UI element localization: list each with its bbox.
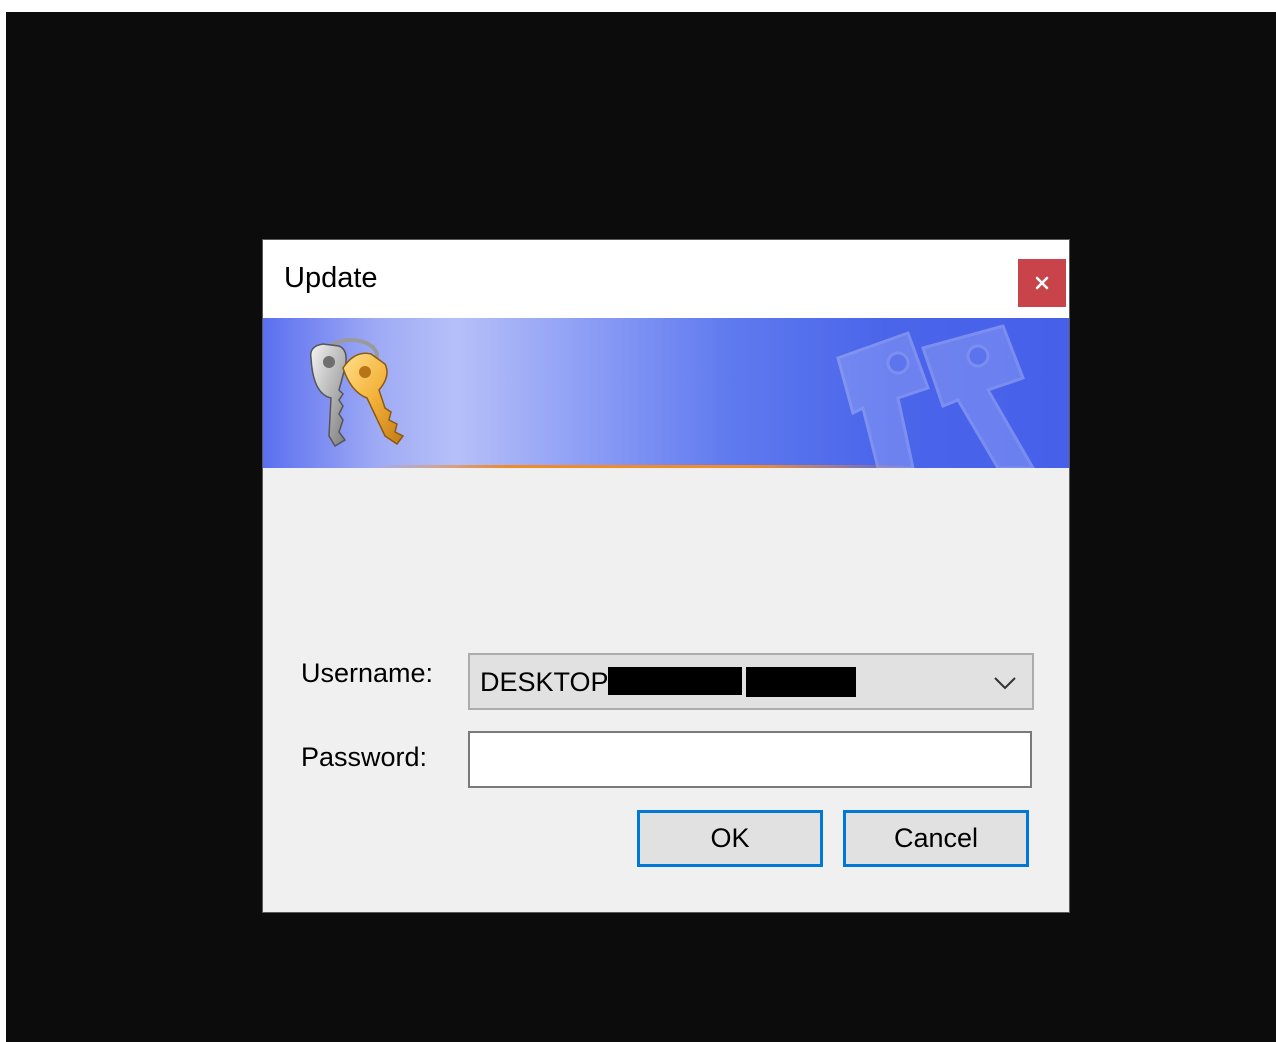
chevron-down-icon <box>994 677 1016 690</box>
dialog-banner <box>263 318 1069 468</box>
username-label: Username: <box>301 658 434 688</box>
username-value: DESKTOP- <box>480 667 618 697</box>
ok-button[interactable]: OK <box>637 810 823 867</box>
update-dialog: Update Username: DESKTOP- Password: OK C… <box>263 240 1069 912</box>
keys-icon <box>310 338 405 448</box>
cancel-button[interactable]: Cancel <box>843 810 1029 867</box>
password-label: Password: <box>301 742 428 772</box>
dialog-title: Update <box>284 262 378 294</box>
password-field[interactable] <box>468 731 1032 788</box>
banner-accent-stripe <box>373 465 913 468</box>
username-dropdown[interactable]: DESKTOP- <box>468 653 1034 710</box>
dialog-titlebar: Update <box>263 240 1069 318</box>
keys-watermark-icon <box>836 324 1035 468</box>
redaction-block <box>608 667 742 695</box>
redaction-block <box>746 667 856 697</box>
close-icon <box>1035 276 1049 290</box>
close-button[interactable] <box>1018 259 1066 307</box>
